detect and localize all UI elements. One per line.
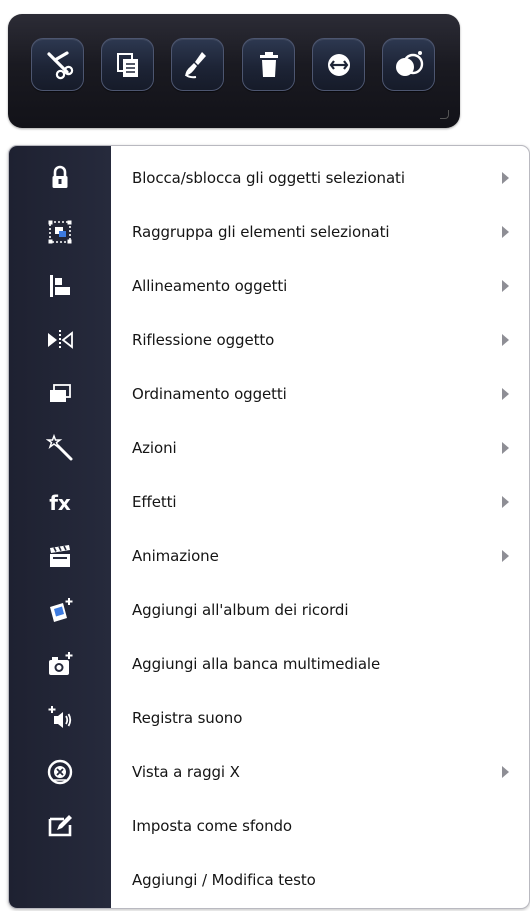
menu-item-lock[interactable]: Blocca/sblocca gli oggetti selezionati bbox=[9, 151, 529, 205]
menu-item-label: Azioni bbox=[132, 439, 177, 457]
menu-item-label: Ordinamento oggetti bbox=[132, 385, 287, 403]
menu-item-label: Registra suono bbox=[132, 709, 243, 727]
lock-icon bbox=[52, 165, 68, 188]
menu-item-label: Animazione bbox=[132, 547, 219, 565]
submenu-arrow-icon bbox=[502, 226, 509, 238]
menu-item-label: Imposta come sfondo bbox=[132, 817, 293, 835]
menu-item-effects[interactable]: fx Effetti bbox=[9, 475, 529, 529]
context-menu: Blocca/sblocca gli oggetti selezionati R… bbox=[8, 145, 530, 909]
menu-item-label: Raggruppa gli elementi selezionati bbox=[132, 223, 390, 241]
intersect-circles-icon bbox=[395, 50, 423, 76]
menu-item-label: Effetti bbox=[132, 493, 177, 511]
cut-button[interactable] bbox=[31, 38, 84, 91]
align-icon bbox=[50, 275, 70, 297]
menu-item-label: Vista a raggi X bbox=[132, 763, 240, 781]
brush-button[interactable] bbox=[171, 38, 224, 91]
xray-icon bbox=[47, 759, 73, 785]
svg-text:fx: fx bbox=[49, 491, 71, 515]
scissors-icon bbox=[46, 50, 73, 79]
link-button[interactable] bbox=[312, 38, 365, 91]
menu-item-add-media[interactable]: Aggiungi alla banca multimediale bbox=[9, 637, 529, 691]
menu-item-label: Aggiungi alla banca multimediale bbox=[132, 655, 381, 673]
submenu-arrow-icon bbox=[502, 496, 509, 508]
add-album-icon bbox=[50, 598, 73, 622]
menu-item-record-sound[interactable]: Registra suono bbox=[9, 691, 529, 745]
edit-toolbar bbox=[8, 14, 460, 128]
menu-item-label: Riflessione oggetto bbox=[132, 331, 275, 349]
layers-icon bbox=[50, 384, 71, 402]
submenu-arrow-icon bbox=[502, 766, 509, 778]
menu-item-order[interactable]: Ordinamento oggetti bbox=[9, 367, 529, 421]
mirror-icon bbox=[48, 330, 73, 350]
add-sound-icon bbox=[48, 706, 72, 728]
menu-item-set-background[interactable]: Imposta come sfondo bbox=[9, 799, 529, 853]
copy-icon bbox=[116, 52, 138, 77]
set-background-icon bbox=[48, 815, 72, 837]
menu-item-label: Aggiungi / Modifica testo bbox=[132, 871, 316, 889]
menu-item-xray[interactable]: Vista a raggi X bbox=[9, 745, 529, 799]
group-icon bbox=[48, 220, 72, 244]
trash-icon bbox=[259, 51, 278, 77]
brush-icon bbox=[184, 51, 206, 78]
menu-item-animation[interactable]: Animazione bbox=[9, 529, 529, 583]
menu-item-actions[interactable]: Azioni bbox=[9, 421, 529, 475]
intersect-button[interactable] bbox=[382, 38, 435, 91]
menu-item-label: Allineamento oggetti bbox=[132, 277, 288, 295]
menu-item-group[interactable]: Raggruppa gli elementi selezionati bbox=[9, 205, 529, 259]
delete-button[interactable] bbox=[242, 38, 295, 91]
submenu-arrow-icon bbox=[502, 172, 509, 184]
fx-icon: fx bbox=[49, 491, 71, 515]
menu-items: Blocca/sblocca gli oggetti selezionati R… bbox=[9, 151, 529, 907]
menu-item-mirror[interactable]: Riflessione oggetto bbox=[9, 313, 529, 367]
copy-button[interactable] bbox=[101, 38, 154, 91]
add-camera-icon bbox=[49, 652, 73, 675]
submenu-arrow-icon bbox=[502, 442, 509, 454]
submenu-arrow-icon bbox=[502, 388, 509, 400]
submenu-arrow-icon bbox=[502, 334, 509, 346]
menu-item-add-album[interactable]: Aggiungi all'album dei ricordi bbox=[9, 583, 529, 637]
menu-item-label: Blocca/sblocca gli oggetti selezionati bbox=[132, 169, 405, 187]
submenu-arrow-icon bbox=[502, 280, 509, 292]
link-icon bbox=[327, 53, 350, 76]
menu-item-align[interactable]: Allineamento oggetti bbox=[9, 259, 529, 313]
resize-grip[interactable] bbox=[440, 110, 449, 119]
menu-item-edit-text[interactable]: Aggiungi / Modifica testo bbox=[9, 853, 529, 907]
submenu-arrow-icon bbox=[502, 550, 509, 562]
clapperboard-icon bbox=[50, 545, 70, 567]
magic-wand-icon bbox=[46, 434, 73, 461]
menu-item-label: Aggiungi all'album dei ricordi bbox=[132, 601, 349, 619]
